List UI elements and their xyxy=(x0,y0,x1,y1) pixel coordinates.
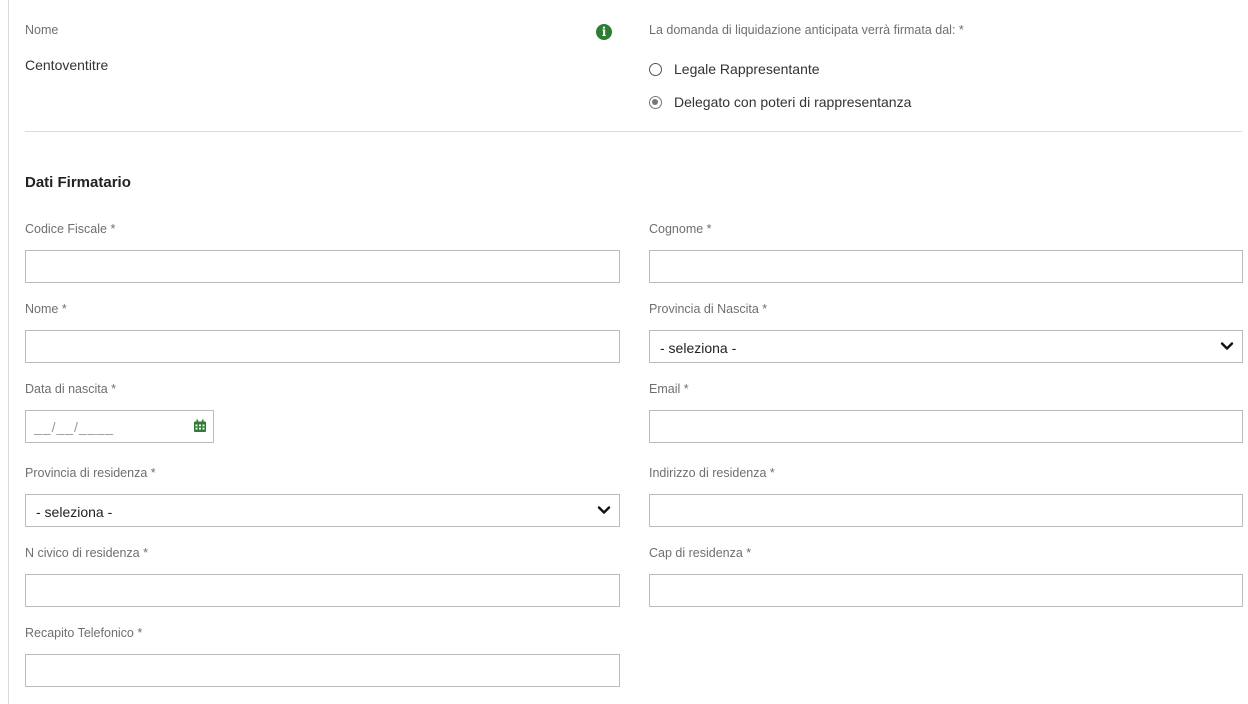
cognome-label: Cognome * xyxy=(649,222,712,236)
provincia-residenza-label: Provincia di residenza * xyxy=(25,466,156,480)
calendar-icon[interactable] xyxy=(193,419,207,433)
radio-label-legale: Legale Rappresentante xyxy=(674,61,820,77)
cap-residenza-field[interactable] xyxy=(649,574,1243,607)
indirizzo-residenza-input[interactable] xyxy=(650,495,1242,526)
cap-residenza-input[interactable] xyxy=(650,575,1242,606)
data-nascita-input[interactable] xyxy=(26,411,213,442)
left-border xyxy=(8,0,9,704)
indirizzo-residenza-label: Indirizzo di residenza * xyxy=(649,466,775,480)
provincia-nascita-selected: - seleziona - xyxy=(660,340,737,356)
radio-button-delegato[interactable] xyxy=(649,95,662,109)
nome-input[interactable] xyxy=(26,331,619,362)
cognome-field[interactable] xyxy=(649,250,1243,283)
recapito-telefonico-label: Recapito Telefonico * xyxy=(25,626,143,640)
section-title: Dati Firmatario xyxy=(25,174,131,191)
cap-residenza-label: Cap di residenza * xyxy=(649,546,752,560)
data-nascita-field[interactable] xyxy=(25,410,214,443)
codice-fiscale-input[interactable] xyxy=(26,251,619,282)
civico-residenza-field[interactable] xyxy=(25,574,620,607)
chevron-down-icon xyxy=(597,506,611,514)
radio-button-legale[interactable] xyxy=(649,62,662,76)
civico-residenza-label: N civico di residenza * xyxy=(25,546,148,560)
email-label: Email * xyxy=(649,382,689,396)
radio-label-delegato: Delegato con poteri di rappresentanza xyxy=(674,94,912,110)
cognome-input[interactable] xyxy=(650,251,1242,282)
email-field[interactable] xyxy=(649,410,1243,443)
codice-fiscale-field[interactable] xyxy=(25,250,620,283)
radio-option-legale-rappresentante[interactable]: Legale Rappresentante xyxy=(649,61,820,77)
nome-field[interactable] xyxy=(25,330,620,363)
codice-fiscale-label: Codice Fiscale * xyxy=(25,222,116,236)
recapito-telefonico-field[interactable] xyxy=(25,654,620,687)
civico-residenza-input[interactable] xyxy=(26,575,619,606)
provincia-nascita-label: Provincia di Nascita * xyxy=(649,302,768,316)
radio-option-delegato[interactable]: Delegato con poteri di rappresentanza xyxy=(649,94,911,110)
nome-label: Nome * xyxy=(25,302,67,316)
data-nascita-label: Data di nascita * xyxy=(25,382,117,396)
name-label: Nome xyxy=(25,23,59,37)
provincia-residenza-select[interactable]: - seleziona - xyxy=(25,494,620,527)
signer-question-label: La domanda di liquidazione anticipata ve… xyxy=(649,23,964,37)
recapito-telefonico-input[interactable] xyxy=(26,655,619,686)
provincia-residenza-selected: - seleziona - xyxy=(36,504,113,520)
name-value: Centoventitre xyxy=(25,57,109,73)
section-divider xyxy=(25,131,1242,132)
indirizzo-residenza-field[interactable] xyxy=(649,494,1243,527)
info-icon[interactable]: i xyxy=(596,24,612,40)
provincia-nascita-select[interactable]: - seleziona - xyxy=(649,330,1243,363)
chevron-down-icon xyxy=(1220,342,1234,350)
email-input[interactable] xyxy=(650,411,1242,442)
